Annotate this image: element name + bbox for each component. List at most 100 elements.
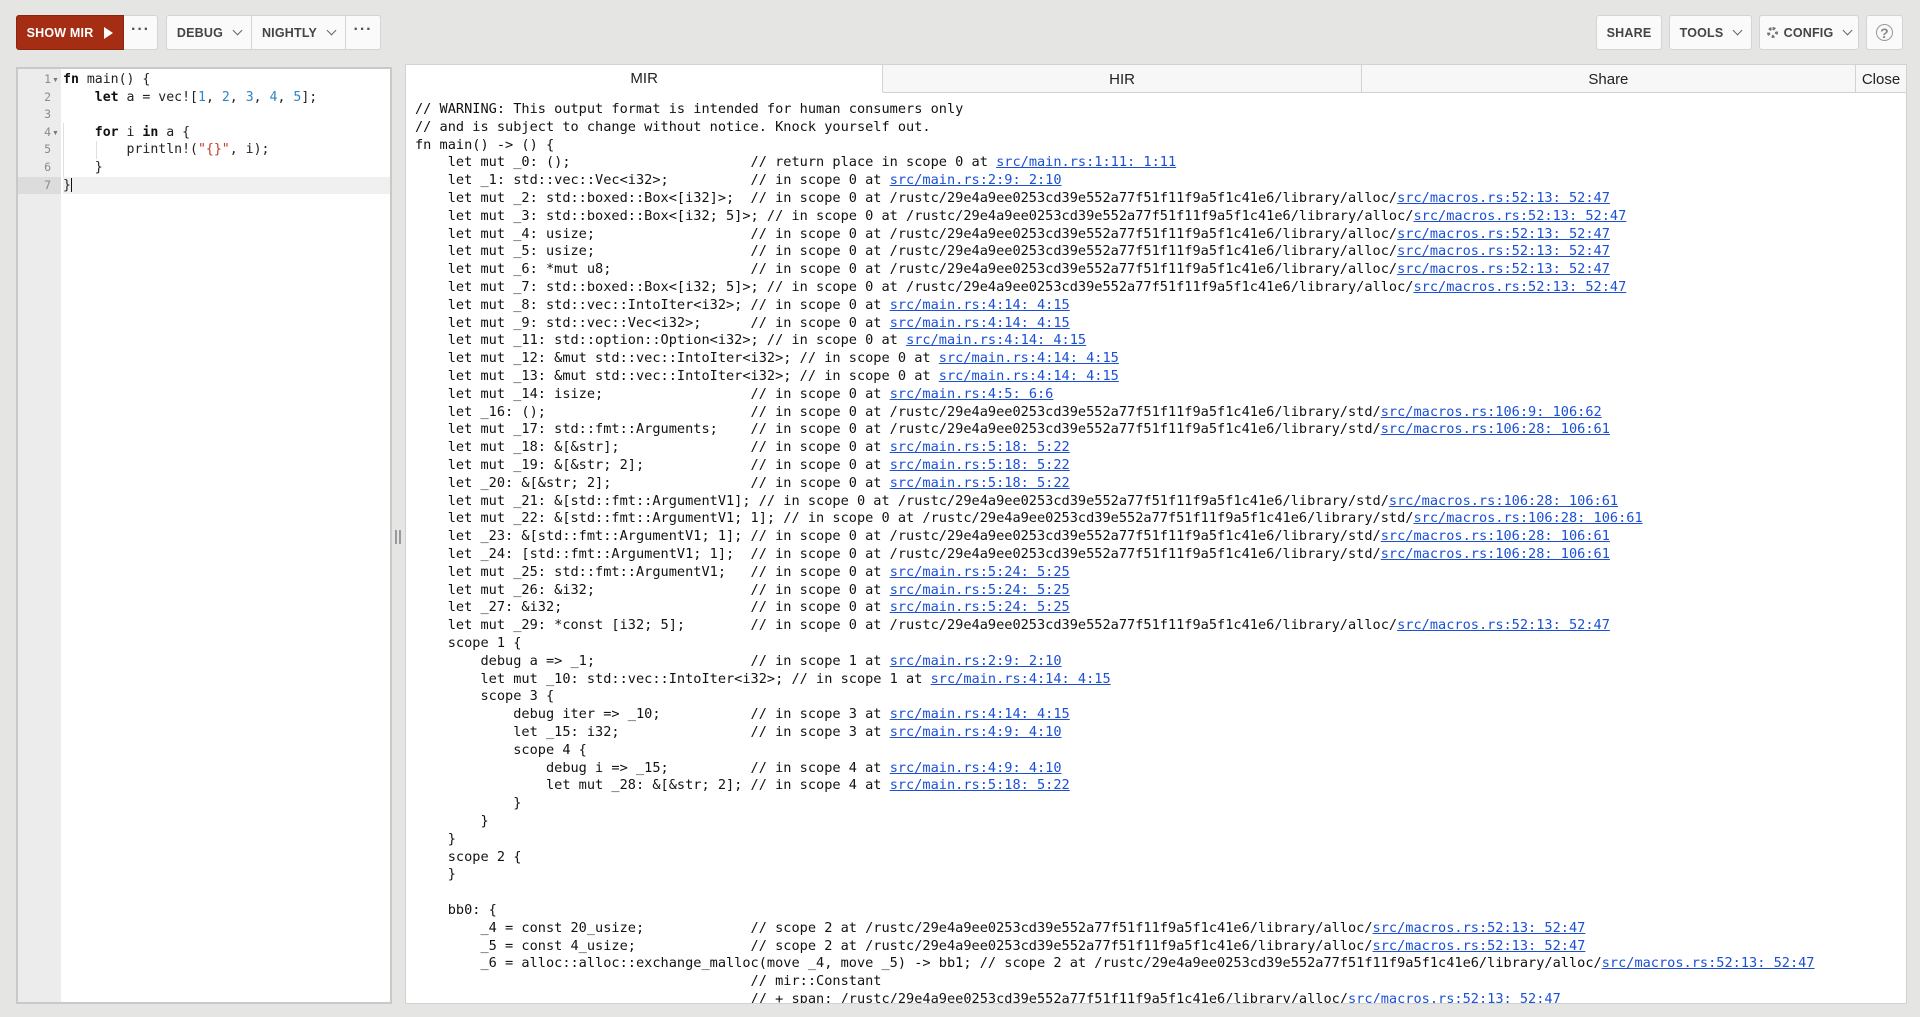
source-span-link[interactable]: src/macros.rs:52:13: 52:47	[1397, 226, 1610, 242]
tab-hir[interactable]: HIR	[883, 65, 1362, 93]
mode-dropdown[interactable]: DEBUG	[166, 15, 252, 50]
source-span-link[interactable]: src/main.rs:5:18: 5:22	[890, 777, 1070, 793]
channel-label: NIGHTLY	[261, 25, 318, 40]
source-span-link[interactable]: src/macros.rs:106:28: 106:61	[1413, 510, 1642, 526]
more-icon: ···	[131, 20, 150, 38]
mir-line-text: let mut _26: &i32; // in scope 0 at	[415, 581, 890, 598]
source-span-link[interactable]: src/main.rs:4:14: 4:15	[890, 315, 1070, 331]
line-number-active: 7	[18, 176, 61, 195]
mir-line-text: let mut _18: &[&str]; // in scope 0 at	[415, 439, 890, 456]
source-span-link[interactable]: src/macros.rs:52:13: 52:47	[1397, 190, 1610, 206]
code-line[interactable]: println!("{}", i);	[63, 141, 390, 159]
source-span-link[interactable]: src/main.rs:5:24: 5:25	[890, 599, 1070, 615]
help-button[interactable]: ?	[1866, 15, 1903, 50]
source-span-link[interactable]: src/macros.rs:52:13: 52:47	[1373, 920, 1586, 936]
code-line[interactable]: for i in a {	[63, 124, 390, 142]
line-number: 2	[44, 89, 51, 104]
mir-line-text: // mir::Constant	[415, 973, 882, 990]
source-span-link[interactable]: src/main.rs:5:24: 5:25	[890, 582, 1070, 598]
mir-output-line: let _15: i32; // in scope 3 at src/main.…	[415, 724, 1062, 742]
tools-dropdown[interactable]: TOOLS	[1669, 15, 1752, 50]
advanced-options-button[interactable]: ···	[346, 15, 381, 50]
source-span-link[interactable]: src/macros.rs:106:28: 106:61	[1389, 493, 1618, 509]
mir-output-line: let mut _14: isize; // in scope 0 at src…	[415, 386, 1054, 404]
tab-share[interactable]: Share	[1362, 65, 1857, 93]
source-span-link[interactable]: src/main.rs:4:14: 4:15	[931, 671, 1111, 687]
config-label: CONFIG	[1783, 25, 1834, 40]
mir-line-text: let _27: &i32; // in scope 0 at	[415, 599, 890, 616]
mir-line-text: let mut _8: std::vec::IntoIter<i32>; // …	[415, 296, 890, 313]
code-line[interactable]: fn main() {	[63, 71, 390, 89]
fold-toggle-icon[interactable]: ▼	[52, 77, 59, 84]
mir-line-text: _6 = alloc::alloc::exchange_malloc(move …	[415, 955, 1602, 972]
source-span-link[interactable]: src/macros.rs:52:13: 52:47	[1413, 279, 1626, 295]
source-span-link[interactable]: src/main.rs:4:5: 6:6	[890, 386, 1054, 402]
line-number-gutter: 1 2 3 4 5 6 7 ▼ ▼	[18, 69, 61, 1002]
mir-output-line: let mut _19: &[&str; 2]; // in scope 0 a…	[415, 457, 1070, 475]
source-span-link[interactable]: src/macros.rs:52:13: 52:47	[1397, 617, 1610, 633]
mir-line-text: let mut _11: std::option::Option<i32>; /…	[415, 332, 907, 349]
mir-output-line: let _27: &i32; // in scope 0 at src/main…	[415, 599, 1070, 617]
source-span-link[interactable]: src/main.rs:2:9: 2:10	[890, 172, 1062, 188]
mir-line-text: let mut _0: (); // return place in scope…	[415, 154, 997, 171]
mir-output: // WARNING: This output format is intend…	[415, 101, 1906, 1003]
code-editor[interactable]: 1 2 3 4 5 6 7 ▼ ▼ fn main() { let a = ve…	[16, 67, 392, 1004]
pane-resize-handle[interactable]	[395, 530, 403, 548]
source-span-link[interactable]: src/macros.rs:52:13: 52:47	[1602, 955, 1815, 971]
code-line[interactable]: }	[63, 159, 390, 177]
mir-line-text: }	[415, 813, 489, 829]
mir-output-line: // WARNING: This output format is intend…	[415, 101, 963, 119]
source-span-link[interactable]: src/main.rs:4:14: 4:15	[939, 368, 1119, 384]
channel-dropdown[interactable]: NIGHTLY	[252, 15, 346, 50]
mir-line-text: let _1: std::vec::Vec<i32>; // in scope …	[415, 172, 890, 189]
mir-line-text: // + span: /rustc/29e4a9ee0253cd39e552a7…	[415, 991, 1348, 1004]
source-span-link[interactable]: src/macros.rs:106:28: 106:61	[1381, 528, 1610, 544]
mir-line-text: let mut _5: usize; // in scope 0 at /rus…	[415, 243, 1398, 260]
code-line[interactable]: let a = vec![1, 2, 3, 4, 5];	[63, 89, 390, 107]
source-span-link[interactable]: src/main.rs:4:14: 4:15	[906, 332, 1086, 348]
tab-mir[interactable]: MIR	[406, 65, 884, 93]
config-dropdown[interactable]: CONFIG	[1759, 15, 1859, 50]
source-span-link[interactable]: src/main.rs:2:9: 2:10	[890, 653, 1062, 669]
show-mir-button[interactable]: SHOW MIR	[16, 15, 124, 50]
source-span-link[interactable]: src/main.rs:4:14: 4:15	[939, 350, 1119, 366]
mir-line-text: let mut _19: &[&str; 2]; // in scope 0 a…	[415, 457, 890, 473]
code-line-active[interactable]: }	[63, 176, 390, 195]
mir-output-line: scope 4 {	[415, 742, 587, 760]
fold-toggle-icon[interactable]: ▼	[52, 130, 59, 137]
source-span-link[interactable]: src/macros.rs:52:13: 52:47	[1397, 261, 1610, 277]
show-mir-label: SHOW MIR	[26, 25, 94, 40]
source-span-link[interactable]: src/macros.rs:52:13: 52:47	[1397, 243, 1610, 259]
code-line[interactable]	[63, 106, 390, 124]
mir-output-line: }	[415, 813, 489, 831]
source-span-link[interactable]: src/macros.rs:106:28: 106:61	[1381, 421, 1610, 437]
source-span-link[interactable]: src/main.rs:4:14: 4:15	[890, 297, 1070, 313]
mir-line-text: scope 2 {	[415, 848, 522, 865]
chevron-down-icon	[326, 25, 337, 36]
source-span-link[interactable]: src/main.rs:4:9: 4:10	[890, 760, 1062, 776]
mir-output-line: // mir::Constant	[415, 973, 882, 991]
source-span-link[interactable]: src/main.rs:5:18: 5:22	[890, 439, 1070, 455]
source-span-link[interactable]: src/macros.rs:106:28: 106:61	[1381, 546, 1610, 562]
mir-line-text: let _16: (); // in scope 0 at /rustc/29e…	[415, 403, 1381, 420]
tab-close[interactable]: Close	[1856, 65, 1906, 93]
mir-output-line: let mut _4: usize; // in scope 0 at /rus…	[415, 226, 1610, 244]
mir-output-line: let mut _0: (); // return place in scope…	[415, 154, 1176, 172]
source-span-link[interactable]: src/main.rs:4:14: 4:15	[890, 706, 1070, 722]
source-span-link[interactable]: src/main.rs:5:24: 5:25	[890, 564, 1070, 580]
mir-output-line: let mut _29: *const [i32; 5]; // in scop…	[415, 617, 1610, 635]
mir-line-text: scope 4 {	[415, 741, 587, 758]
source-span-link[interactable]: src/main.rs:4:9: 4:10	[890, 724, 1062, 740]
mir-output-line: let mut _3: std::boxed::Box<[i32; 5]>; /…	[415, 208, 1627, 226]
source-span-link[interactable]: src/macros.rs:52:13: 52:47	[1348, 991, 1561, 1003]
source-span-link[interactable]: src/macros.rs:52:13: 52:47	[1413, 208, 1626, 224]
source-span-link[interactable]: src/macros.rs:52:13: 52:47	[1373, 938, 1586, 954]
source-span-link[interactable]: src/main.rs:5:18: 5:22	[890, 457, 1070, 473]
mir-output-line: let mut _8: std::vec::IntoIter<i32>; // …	[415, 297, 1070, 315]
share-button[interactable]: SHARE	[1596, 15, 1662, 50]
run-options-menu-button[interactable]: ···	[124, 15, 158, 50]
source-span-link[interactable]: src/main.rs:5:18: 5:22	[890, 475, 1070, 491]
mir-output-line: let mut _21: &[std::fmt::ArgumentV1]; //…	[415, 493, 1618, 511]
source-span-link[interactable]: src/main.rs:1:11: 1:11	[996, 154, 1176, 170]
source-span-link[interactable]: src/macros.rs:106:9: 106:62	[1381, 404, 1602, 420]
